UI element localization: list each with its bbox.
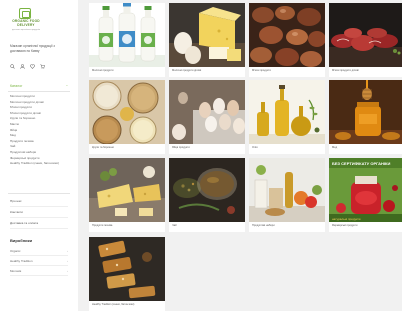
- category-nav: Молочні продукти Молочні продукти ділові…: [10, 94, 68, 167]
- user-icon[interactable]: [20, 64, 25, 69]
- cart-icon[interactable]: [40, 64, 45, 69]
- filter-item[interactable]: Молокія ›: [10, 266, 68, 276]
- granola-bars-image: [89, 237, 165, 301]
- filter-item[interactable]: Organic ›: [10, 246, 68, 256]
- category-tile-meat-deli[interactable]: М'ясні продукти ділові: [329, 3, 402, 77]
- milk-bottles-image: [89, 3, 165, 67]
- catalog-heading-label: Каталог: [10, 84, 23, 88]
- nav-item-snacks[interactable]: Healthy Tradition (снеки, батончики): [10, 161, 68, 167]
- store-tagline: Магазин органічної продукції з доставкою…: [10, 44, 55, 53]
- tile-caption: Продукти печива: [92, 224, 113, 227]
- category-tile-eggs[interactable]: Яйця продукти: [169, 80, 245, 154]
- logo-subtitle: доставка органічних продуктів: [11, 29, 41, 31]
- category-tile-honey[interactable]: Мед: [329, 80, 402, 154]
- category-tile-dairy-deli[interactable]: Молочні продукти ділові: [169, 3, 245, 77]
- chevron-right-icon: ›: [67, 249, 68, 253]
- tile-caption: Мед: [332, 146, 338, 149]
- divider: [8, 91, 70, 92]
- search-icon[interactable]: [10, 64, 15, 69]
- filter-label: Healthy Tradition: [10, 259, 33, 263]
- tile-caption: Молочні продукти: [92, 69, 114, 72]
- logo-line2: DELIVERY: [17, 22, 35, 27]
- organic-banner-image: БЕЗ СЕРТИФІКАТУ ОРГАНІКИ натуральні прод…: [329, 158, 402, 222]
- eggs-image: [169, 80, 245, 144]
- category-tile-farm[interactable]: БЕЗ СЕРТИФІКАТУ ОРГАНІКИ натуральні прод…: [329, 158, 402, 232]
- filter-label: Молокія: [10, 269, 22, 273]
- tile-caption: Яйця продукти: [172, 146, 190, 149]
- info-links: Про нас Контакти Доставка та оплата: [10, 196, 68, 229]
- logo-text: ORGANIC FOOD DELIVERY: [10, 19, 42, 27]
- grocery-set-image: [249, 158, 325, 222]
- link-contacts[interactable]: Контакти: [10, 207, 68, 218]
- logo-mark-icon: [19, 8, 31, 19]
- category-tile-sets[interactable]: Продуктові набори: [249, 158, 325, 232]
- category-tile-snacks[interactable]: Healthy Tradition (снеки, батончики): [89, 237, 165, 311]
- tile-caption: Олія: [252, 146, 258, 149]
- tile-caption: Фермерські продукти: [332, 224, 358, 227]
- tile-caption: Продуктові набори: [252, 224, 275, 227]
- link-delivery[interactable]: Доставка та оплата: [10, 218, 68, 229]
- cheese-eggs-image: [169, 3, 245, 67]
- filter-label: Organic: [10, 249, 21, 253]
- tile-caption: Чай: [172, 224, 177, 227]
- heart-icon[interactable]: [30, 64, 35, 69]
- header-icons: [10, 64, 45, 69]
- manufacturer-filters: Organic › Healthy Tradition › Молокія ›: [10, 246, 68, 276]
- chevron-right-icon: ›: [67, 259, 68, 263]
- category-tile-dairy[interactable]: Молочні продукти: [89, 3, 165, 77]
- tile-caption: Крупи та борошно: [92, 146, 114, 149]
- collapse-toggle-icon[interactable]: −: [66, 84, 68, 88]
- grains-image: [89, 80, 165, 144]
- manufacturers-heading: Виробники: [10, 238, 33, 243]
- banner-subline: натуральні продукти: [332, 217, 361, 221]
- tile-caption: Молочні продукти ділові: [172, 69, 202, 72]
- chevron-right-icon: ›: [67, 269, 68, 273]
- tile-caption: Healthy Tradition (снеки, батончики): [92, 303, 135, 306]
- oil-bottles-image: [249, 80, 325, 144]
- raw-meat-image: [329, 3, 402, 67]
- tile-caption: М'ясні продукти ділові: [332, 69, 359, 72]
- tile-caption: М'ясні продукти: [252, 69, 271, 72]
- category-tile-tea[interactable]: Чай: [169, 158, 245, 232]
- category-tile-grains[interactable]: Крупи та борошно: [89, 80, 165, 154]
- divider: [8, 193, 70, 194]
- honey-image: [329, 80, 402, 144]
- filter-item[interactable]: Healthy Tradition ›: [10, 256, 68, 266]
- cheese-board-image: [89, 158, 165, 222]
- sausages-image: [249, 3, 325, 67]
- logo[interactable]: ORGANIC FOOD DELIVERY доставка органічни…: [10, 8, 40, 38]
- category-tile-meat[interactable]: М'ясні продукти: [249, 3, 325, 77]
- category-tile-oil[interactable]: Олія: [249, 80, 325, 154]
- catalog-heading[interactable]: Каталог −: [10, 84, 68, 88]
- banner-headline: БЕЗ СЕРТИФІКАТУ ОРГАНІКИ: [332, 161, 390, 166]
- tea-image: [169, 158, 245, 222]
- link-about[interactable]: Про нас: [10, 196, 68, 207]
- sidebar: ORGANIC FOOD DELIVERY доставка органічни…: [0, 0, 78, 311]
- category-tile-bakery[interactable]: Продукти печива: [89, 158, 165, 232]
